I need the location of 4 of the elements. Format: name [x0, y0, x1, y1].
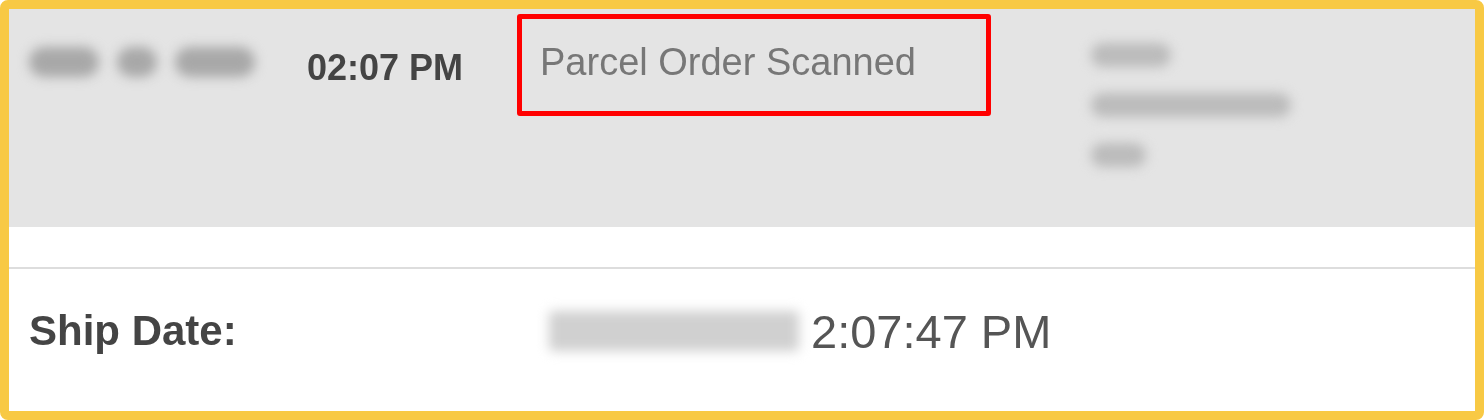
event-description: Parcel Order Scanned	[540, 41, 916, 83]
ship-date-label: Ship Date:	[29, 307, 238, 355]
ship-time: 2:07:47 PM	[811, 303, 1052, 359]
event-time: 02:07 PM	[307, 47, 465, 89]
